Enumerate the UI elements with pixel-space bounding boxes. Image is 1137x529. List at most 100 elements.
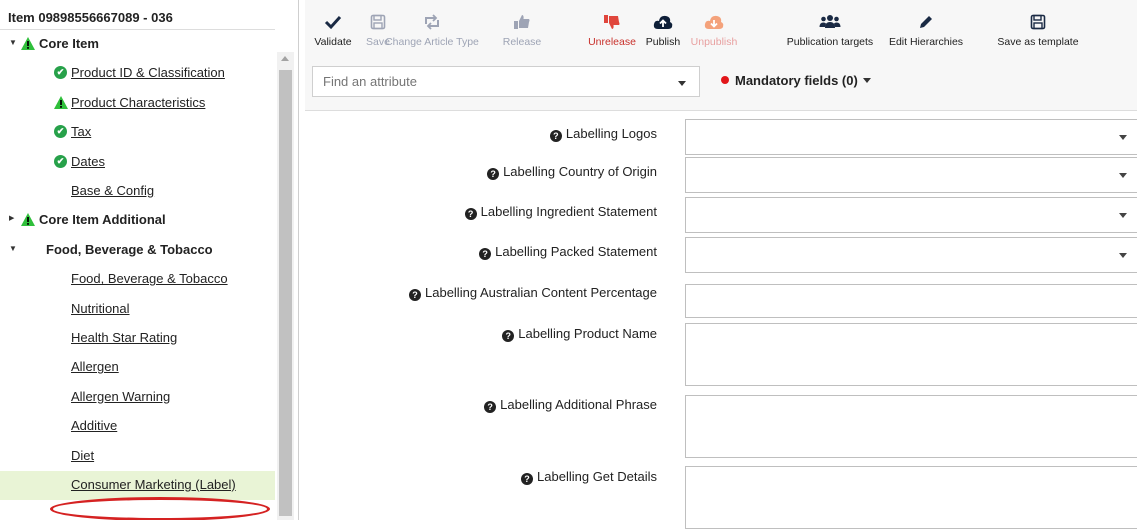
chevron-down-icon[interactable]	[1119, 135, 1127, 140]
field-label-text: Labelling Packed Statement	[495, 244, 657, 259]
tree-item-label[interactable]: Food, Beverage & Tobacco	[71, 271, 228, 286]
tree-item[interactable]: Nutritional	[0, 295, 275, 324]
field-label-text: Labelling Logos	[565, 126, 657, 141]
field-label-text: Labelling Additional Phrase	[500, 397, 657, 412]
tree-item[interactable]: Consumer Marketing (Label)	[0, 471, 275, 500]
tree-item-label[interactable]: Additive	[71, 418, 117, 433]
mandatory-dot-icon	[721, 76, 729, 84]
tree-group[interactable]: ▼ Core Item	[0, 30, 275, 59]
help-icon[interactable]: ?	[502, 330, 515, 342]
check-circle-icon: ✔	[54, 66, 67, 80]
tree-item-label[interactable]: Health Star Rating	[71, 330, 177, 345]
tree-item-label[interactable]: Nutritional	[71, 301, 130, 316]
tree-group[interactable]: ▼ Food, Beverage & Tobacco	[0, 236, 275, 265]
chevron-down-icon[interactable]	[1119, 173, 1127, 178]
help-icon[interactable]: ?	[484, 401, 497, 413]
tree-group-label: Core Item Additional	[39, 212, 166, 228]
field-label: ? Labelling Logos	[549, 126, 657, 142]
toolbar-button-label: Save as template	[997, 36, 1079, 48]
tree-group[interactable]: ▶ Core Item Additional	[0, 206, 275, 235]
tree-item[interactable]: Allergen	[0, 353, 275, 382]
tree-item-label[interactable]: Allergen	[71, 359, 119, 374]
check-circle-icon: ✔	[54, 125, 67, 139]
tree-item[interactable]: Diet	[0, 442, 275, 471]
find-attribute-input[interactable]	[321, 73, 665, 90]
item-title: Item 09898556667089 - 036	[8, 10, 173, 25]
tree-group-label: Core Item	[39, 36, 99, 51]
select-field[interactable]	[685, 119, 1137, 155]
navigation-panel: Item 09898556667089 - 036 ▼ Core Item ✔ Pro…	[0, 0, 299, 520]
pencil-icon[interactable]	[871, 14, 981, 36]
annotation-circle	[50, 497, 270, 520]
field-label: ? Labelling Australian Content Percentage	[409, 285, 657, 301]
help-icon[interactable]: ?	[464, 208, 477, 220]
field-label-text: Labelling Australian Content Percentage	[425, 285, 657, 300]
help-icon[interactable]: ?	[487, 168, 500, 180]
tree-item[interactable]: Base & Config	[0, 177, 275, 206]
caret-right-icon[interactable]: ▶	[9, 214, 19, 228]
scrollbar[interactable]	[277, 52, 294, 520]
mandatory-label: Mandatory fields (0)	[735, 73, 858, 88]
field-label: ? Labelling Packed Statement	[479, 244, 657, 260]
toolbar-button-save-as-template[interactable]: Save as template	[983, 14, 1093, 48]
select-field[interactable]	[685, 197, 1137, 233]
chevron-down-icon[interactable]	[678, 81, 686, 86]
tree-item-label[interactable]: Allergen Warning	[71, 389, 170, 404]
chevron-down-icon[interactable]	[1119, 253, 1127, 258]
textarea-input[interactable]	[685, 323, 1137, 386]
textarea-input[interactable]	[685, 395, 1137, 458]
tree-item[interactable]: Additive	[0, 412, 275, 441]
field-label-text: Labelling Country of Origin	[503, 164, 657, 179]
users-icon[interactable]	[775, 14, 885, 36]
field-label-text: Labelling Ingredient Statement	[480, 204, 657, 219]
field-label: ? Labelling Ingredient Statement	[464, 204, 657, 220]
select-field[interactable]	[685, 237, 1137, 273]
text-input[interactable]	[685, 284, 1137, 318]
mandatory-fields-dropdown[interactable]: Mandatory fields (0)	[721, 73, 871, 88]
scroll-up-arrow-icon[interactable]	[281, 56, 289, 61]
field-label: ? Labelling Product Name	[502, 326, 657, 342]
tree-item[interactable]: Health Star Rating	[0, 324, 275, 353]
caret-down-icon	[862, 78, 871, 83]
tree-group-label: Food, Beverage & Tobacco	[46, 241, 213, 257]
warning-icon	[54, 95, 68, 109]
tree-item[interactable]: ✔ Product ID & Classification	[0, 59, 275, 88]
scrollbar-thumb[interactable]	[279, 70, 292, 516]
caret-down-icon[interactable]: ▼	[9, 244, 19, 258]
tree-item-label[interactable]: Consumer Marketing (Label)	[71, 477, 236, 492]
select-field[interactable]	[685, 157, 1137, 193]
tree-item-label[interactable]: Base & Config	[71, 183, 154, 198]
tree-item[interactable]: Food, Beverage & Tobacco	[0, 265, 275, 294]
help-icon[interactable]: ?	[479, 248, 492, 260]
toolbar-button-publication-targets[interactable]: Publication targets	[775, 14, 885, 48]
toolbar-button-edit-hierarchies[interactable]: Edit Hierarchies	[871, 14, 981, 48]
field-label-text: Labelling Product Name	[518, 326, 657, 341]
help-icon[interactable]: ?	[521, 473, 534, 485]
tree-item-label[interactable]: Product Characteristics	[71, 95, 205, 110]
tree-item-label[interactable]: Dates	[71, 154, 105, 169]
warning-icon	[21, 37, 35, 50]
tree-item[interactable]: ✔ Tax	[0, 118, 275, 147]
chevron-down-icon[interactable]	[1119, 213, 1127, 218]
tree-item-label[interactable]: Product ID & Classification	[71, 65, 225, 80]
field-label-text: Labelling Get Details	[537, 469, 657, 484]
field-label: ? Labelling Country of Origin	[487, 164, 657, 180]
toolbar-button-label: Unpublish	[690, 36, 738, 48]
attribute-tree: ▼ Core Item ✔ Product ID & Classification Pr…	[0, 29, 275, 500]
tree-item[interactable]: Allergen Warning	[0, 383, 275, 412]
caret-down-icon[interactable]: ▼	[9, 38, 19, 52]
warning-icon	[21, 213, 35, 227]
field-label: ? Labelling Additional Phrase	[484, 397, 657, 413]
find-attribute-field[interactable]	[312, 66, 700, 97]
tree-item[interactable]: Product Characteristics	[0, 89, 275, 118]
tree-item-label[interactable]: Diet	[71, 448, 94, 463]
help-icon[interactable]: ?	[549, 130, 562, 142]
floppy-disk-icon[interactable]	[983, 14, 1093, 36]
field-label: ? Labelling Get Details	[521, 469, 657, 485]
tree-item[interactable]: ✔ Dates	[0, 148, 275, 177]
tree-item-label[interactable]: Tax	[71, 124, 91, 139]
toolbar-button-unpublish[interactable]: Unpublish	[659, 14, 769, 48]
check-circle-icon: ✔	[54, 154, 67, 168]
help-icon[interactable]: ?	[409, 289, 421, 301]
cloud-download-icon[interactable]	[659, 14, 769, 36]
